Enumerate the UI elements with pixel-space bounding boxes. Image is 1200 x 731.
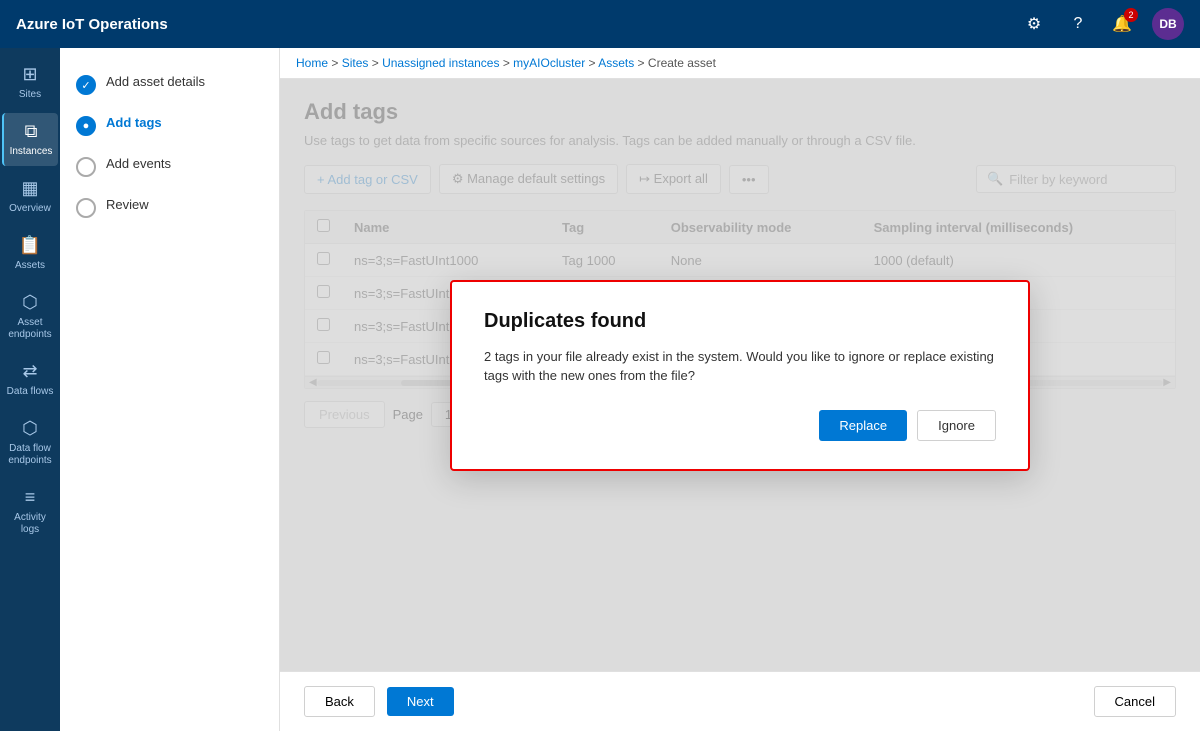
modal-title: Duplicates found: [484, 310, 996, 333]
sidebar-label-instances: Instances: [10, 146, 53, 158]
sidebar-item-sites[interactable]: ⊞ Sites: [2, 56, 58, 109]
breadcrumb-current: Create asset: [648, 56, 716, 70]
sidebar-item-activity-logs[interactable]: ≡ Activity logs: [2, 479, 58, 544]
step-label-add-asset-details: Add asset details: [106, 74, 205, 89]
sidebar-label-assets: Assets: [15, 260, 45, 272]
sites-icon: ⊞: [22, 64, 37, 85]
back-button[interactable]: Back: [304, 686, 375, 717]
replace-button[interactable]: Replace: [819, 410, 907, 441]
nav-icons: ⚙ ? 🔔 2 DB: [1020, 8, 1184, 40]
step-add-events[interactable]: Add events: [60, 146, 279, 187]
settings-icon-btn[interactable]: ⚙: [1020, 10, 1048, 38]
cancel-button[interactable]: Cancel: [1094, 686, 1176, 717]
top-nav: Azure IoT Operations ⚙ ? 🔔 2 DB: [0, 0, 1200, 48]
step-circle-add-tags: ●: [76, 116, 96, 136]
breadcrumb-home[interactable]: Home: [296, 56, 328, 70]
duplicates-modal: Duplicates found 2 tags in your file alr…: [450, 280, 1030, 471]
step-label-review: Review: [106, 197, 149, 212]
data-flow-endpoints-icon: ⬡: [22, 418, 38, 439]
sidebar-item-data-flows[interactable]: ⇄ Data flows: [2, 353, 58, 406]
ignore-button[interactable]: Ignore: [917, 410, 996, 441]
breadcrumb: Home > Sites > Unassigned instances > my…: [280, 48, 1200, 79]
bell-icon-btn[interactable]: 🔔 2: [1108, 10, 1136, 38]
breadcrumb-unassigned[interactable]: Unassigned instances: [382, 56, 499, 70]
modal-actions: Replace Ignore: [484, 410, 996, 441]
step-circle-add-events: [76, 157, 96, 177]
app-title: Azure IoT Operations: [16, 16, 1008, 33]
overview-icon: ▦: [21, 178, 38, 199]
sidebar-item-instances[interactable]: ⧉ Instances: [2, 113, 58, 166]
breadcrumb-assets[interactable]: Assets: [598, 56, 634, 70]
asset-endpoints-icon: ⬡: [22, 292, 38, 313]
sidebar-label-sites: Sites: [19, 89, 41, 101]
footer: Back Next Cancel: [280, 671, 1200, 731]
step-label-add-events: Add events: [106, 156, 171, 171]
data-flows-icon: ⇄: [22, 361, 37, 382]
sidebar-item-data-flow-endpoints[interactable]: ⬡ Data flow endpoints: [2, 410, 58, 475]
notification-badge: 2: [1124, 8, 1138, 22]
modal-body: 2 tags in your file already exist in the…: [484, 347, 996, 386]
sub-sidebar: ✓ Add asset details ● Add tags Add event…: [60, 48, 280, 731]
sidebar-label-data-flows: Data flows: [7, 386, 54, 398]
step-circle-review: [76, 198, 96, 218]
sidebar-label-data-flow-endpoints: Data flow endpoints: [6, 443, 54, 467]
sidebar-item-asset-endpoints[interactable]: ⬡ Asset endpoints: [2, 284, 58, 349]
layout: ⊞ Sites ⧉ Instances ▦ Overview 📋 Assets …: [0, 48, 1200, 731]
sidebar: ⊞ Sites ⧉ Instances ▦ Overview 📋 Assets …: [0, 48, 60, 731]
sidebar-label-asset-endpoints: Asset endpoints: [6, 317, 54, 341]
help-icon-btn[interactable]: ?: [1064, 10, 1092, 38]
assets-icon: 📋: [19, 235, 41, 256]
step-review[interactable]: Review: [60, 187, 279, 228]
instances-icon: ⧉: [25, 121, 38, 142]
main-content: Home > Sites > Unassigned instances > my…: [280, 48, 1200, 731]
settings-icon: ⚙: [1027, 14, 1041, 34]
step-label-add-tags: Add tags: [106, 115, 162, 130]
sidebar-label-overview: Overview: [9, 203, 51, 215]
step-circle-add-asset-details: ✓: [76, 75, 96, 95]
step-add-asset-details[interactable]: ✓ Add asset details: [60, 64, 279, 105]
page-area: Add tags Use tags to get data from speci…: [280, 79, 1200, 671]
breadcrumb-cluster[interactable]: myAIOcluster: [513, 56, 585, 70]
modal-overlay: Duplicates found 2 tags in your file alr…: [280, 79, 1200, 671]
next-button[interactable]: Next: [387, 687, 454, 716]
sidebar-label-activity-logs: Activity logs: [6, 512, 54, 536]
sidebar-item-assets[interactable]: 📋 Assets: [2, 227, 58, 280]
activity-logs-icon: ≡: [25, 487, 36, 508]
help-icon: ?: [1074, 15, 1083, 33]
step-add-tags[interactable]: ● Add tags: [60, 105, 279, 146]
sidebar-item-overview[interactable]: ▦ Overview: [2, 170, 58, 223]
breadcrumb-sites[interactable]: Sites: [342, 56, 369, 70]
avatar[interactable]: DB: [1152, 8, 1184, 40]
